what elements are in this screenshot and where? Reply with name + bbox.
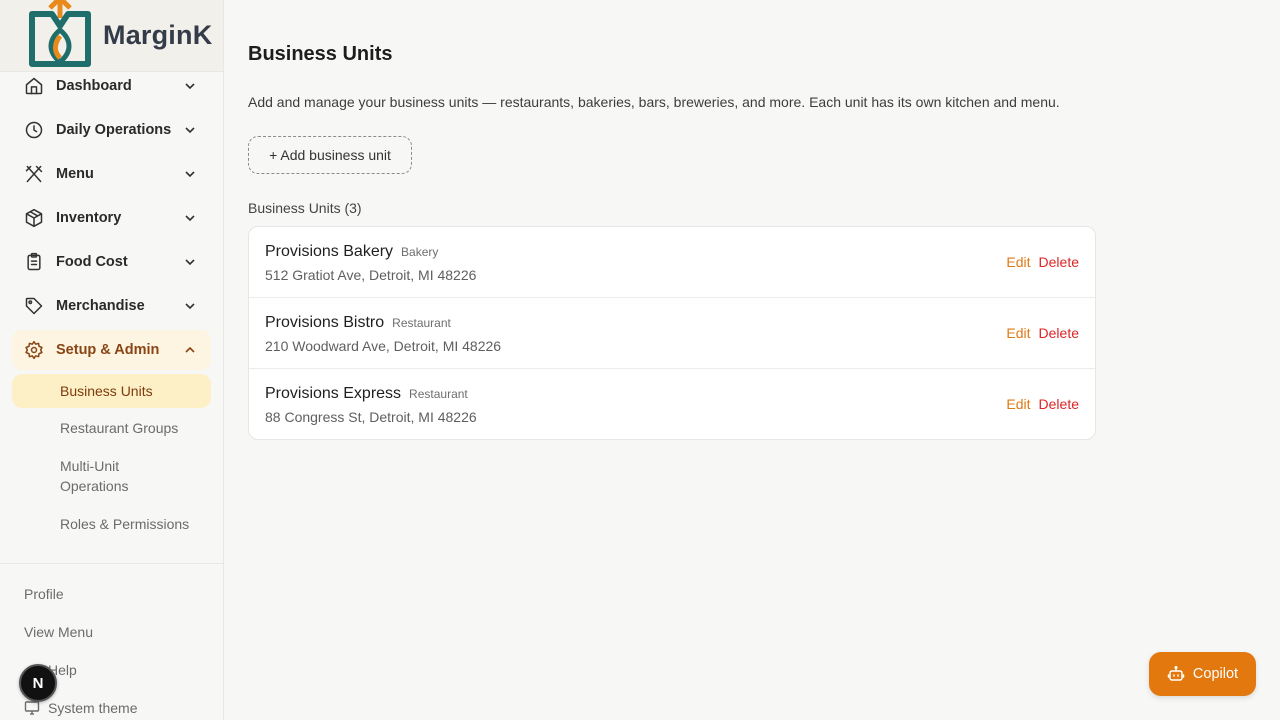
chevron-down-icon — [185, 259, 195, 266]
nav-item-setup-admin[interactable]: Setup & Admin — [12, 330, 211, 370]
clipboard-icon — [24, 252, 44, 272]
list-item: Provisions Express Restaurant 88 Congres… — [249, 369, 1095, 439]
chevron-down-icon — [185, 127, 195, 134]
nav-item-dashboard[interactable]: Dashboard — [12, 66, 211, 106]
logo[interactable]: MarginK — [0, 0, 223, 72]
home-icon — [24, 76, 44, 96]
theme-toggle[interactable]: System theme — [24, 700, 137, 716]
nav-label: Daily Operations — [56, 122, 172, 138]
business-units-count-heading: Business Units (3) — [248, 200, 362, 216]
page-description: Add and manage your business units — res… — [248, 94, 1060, 110]
edit-button[interactable]: Edit — [1006, 325, 1030, 341]
subnav-item-multi-unit-operations[interactable]: Multi-Unit Operations — [12, 456, 162, 496]
copilot-label: Copilot — [1192, 666, 1239, 682]
subnav-item-roles-permissions[interactable]: Roles & Permissions — [12, 514, 211, 534]
setup-admin-subnav: Business Units Restaurant Groups Multi-U… — [12, 374, 211, 534]
unit-address: 512 Gratiot Ave, Detroit, MI 48226 — [265, 267, 477, 283]
logo-text: MarginK — [103, 20, 213, 50]
nav-label: Setup & Admin — [56, 342, 160, 358]
delete-button[interactable]: Delete — [1039, 396, 1079, 412]
unit-name: Provisions Bistro — [265, 314, 385, 331]
subnav-item-restaurant-groups[interactable]: Restaurant Groups — [12, 418, 211, 438]
chevron-down-icon — [185, 215, 195, 222]
nav-item-menu[interactable]: Menu — [12, 154, 211, 194]
user-avatar[interactable]: N — [19, 664, 57, 702]
unit-name: Provisions Express — [265, 385, 402, 402]
monitor-icon — [24, 701, 40, 715]
logo-mark-icon — [29, 0, 91, 67]
unit-type-badge: Restaurant — [409, 387, 468, 401]
subnav-item-business-units[interactable]: Business Units — [12, 374, 211, 408]
delete-button[interactable]: Delete — [1039, 325, 1079, 341]
nav-label: Merchandise — [56, 298, 145, 314]
copilot-button[interactable]: Copilot — [1149, 652, 1256, 696]
edit-button[interactable]: Edit — [1006, 254, 1030, 270]
nav-item-daily-operations[interactable]: Daily Operations — [12, 110, 211, 150]
box-icon — [24, 208, 44, 228]
main-content: Business Units Add and manage your busin… — [224, 0, 1280, 720]
nav-item-merchandise[interactable]: Merchandise — [12, 286, 211, 326]
view-menu-link[interactable]: View Menu — [24, 624, 93, 640]
nav-label: Dashboard — [56, 78, 132, 94]
clock-icon — [24, 120, 44, 140]
nav-item-inventory[interactable]: Inventory — [12, 198, 211, 238]
chevron-down-icon — [185, 303, 195, 310]
add-business-unit-button[interactable]: + Add business unit — [248, 136, 412, 174]
business-units-list: Provisions Bakery Bakery 512 Gratiot Ave… — [248, 226, 1096, 440]
chevron-down-icon — [185, 171, 195, 178]
theme-label: System theme — [48, 700, 138, 716]
utensils-icon — [24, 164, 44, 184]
unit-address: 210 Woodward Ave, Detroit, MI 48226 — [265, 338, 502, 354]
nav-label: Inventory — [56, 210, 122, 226]
chevron-down-icon — [185, 83, 195, 90]
nav-label: Food Cost — [56, 254, 128, 270]
profile-link[interactable]: Profile — [24, 586, 64, 602]
gear-icon — [24, 340, 44, 360]
nav-label: Menu — [56, 166, 94, 182]
nav-item-food-cost[interactable]: Food Cost — [12, 242, 211, 282]
list-item: Provisions Bakery Bakery 512 Gratiot Ave… — [249, 227, 1095, 298]
sidebar: MarginK Dashboard Daily Operations Menu — [0, 0, 224, 720]
edit-button[interactable]: Edit — [1006, 396, 1030, 412]
chevron-up-icon — [185, 346, 195, 353]
unit-name: Provisions Bakery — [265, 243, 394, 260]
bot-icon — [1167, 665, 1185, 681]
unit-type-badge: Restaurant — [392, 316, 451, 330]
list-item: Provisions Bistro Restaurant 210 Woodwar… — [249, 298, 1095, 369]
page-title: Business Units — [248, 43, 393, 65]
tag-icon — [24, 296, 44, 316]
main-nav: Dashboard Daily Operations Menu Inventor… — [12, 66, 211, 374]
unit-type-badge: Bakery — [401, 245, 439, 259]
unit-address: 88 Congress St, Detroit, MI 48226 — [265, 409, 477, 425]
delete-button[interactable]: Delete — [1039, 254, 1079, 270]
